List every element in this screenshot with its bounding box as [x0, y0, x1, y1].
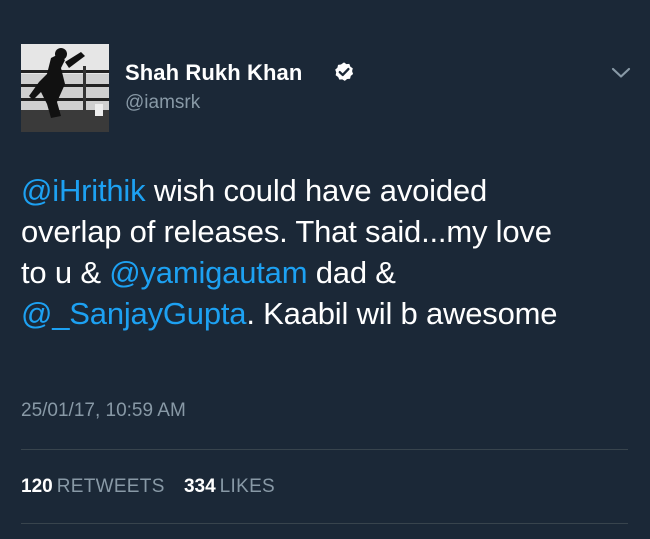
retweets-count: 120: [21, 476, 53, 497]
tweet-text-segment: . Kaabil wil b awesome: [246, 296, 558, 331]
avatar-photo: [21, 44, 109, 132]
tweet-text-segment: overlap of releases. That said...my love: [21, 214, 552, 249]
divider: [21, 449, 628, 450]
chevron-down-icon[interactable]: [610, 66, 632, 80]
likes-stat[interactable]: 334 LIKES: [184, 476, 275, 498]
author-handle[interactable]: @iamsrk: [125, 92, 200, 114]
mention-link[interactable]: @yamigautam: [109, 255, 307, 290]
verified-badge-icon: [335, 62, 354, 81]
tweet-text-line: overlap of releases. That said...my love: [21, 211, 636, 252]
likes-label: LIKES: [219, 476, 276, 497]
author-name[interactable]: Shah Rukh Khan: [125, 60, 302, 86]
likes-count: 334: [183, 476, 216, 497]
avatar[interactable]: [21, 44, 109, 132]
retweets-stat[interactable]: 120 RETWEETS: [21, 476, 165, 498]
tweet-text-segment: to u &: [21, 255, 110, 290]
tweet-text-line: @_SanjayGupta. Kaabil wil b awesome: [21, 293, 636, 334]
tweet-text: @iHrithik wish could have avoided overlap…: [21, 170, 636, 334]
divider: [21, 523, 628, 524]
tweet-text-segment: wish could have avoided: [145, 173, 487, 208]
mention-link[interactable]: @iHrithik: [21, 173, 146, 208]
tweet-stats: 120 RETWEETS 334 LIKES: [21, 476, 275, 498]
mention-link[interactable]: @_SanjayGupta: [21, 296, 247, 331]
tweet-text-line: to u & @yamigautam dad &: [21, 252, 636, 293]
retweets-label: RETWEETS: [56, 476, 165, 497]
tweet-card: Shah Rukh Khan @iamsrk @iHrithik wish co…: [0, 0, 650, 539]
tweet-text-line: @iHrithik wish could have avoided: [21, 170, 636, 211]
timestamp[interactable]: 25/01/17, 10:59 AM: [21, 400, 186, 422]
tweet-text-segment: dad &: [307, 255, 396, 290]
